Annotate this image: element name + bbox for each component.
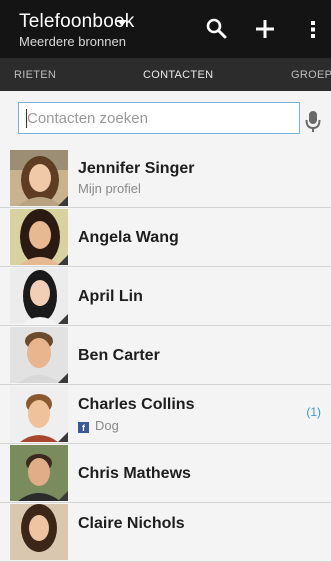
plus-icon: [256, 20, 274, 38]
avatar: [10, 209, 68, 265]
contact-row-claire-nichols[interactable]: Claire Nichols: [0, 503, 331, 562]
contact-subtitle-text: Dog: [95, 418, 119, 433]
contact-row-chris-mathews[interactable]: Chris Mathews: [0, 444, 331, 503]
avatar: [10, 327, 68, 383]
app-subtitle: Meerdere bronnen: [19, 34, 126, 49]
contact-row-jennifer-singer[interactable]: Jennifer Singer Mijn profiel: [0, 149, 331, 208]
contact-row-angela-wang[interactable]: Angela Wang: [0, 208, 331, 267]
search-bar: [0, 91, 331, 150]
contact-row-april-lin[interactable]: April Lin: [0, 267, 331, 326]
avatar: [10, 445, 68, 501]
add-contact-button[interactable]: [250, 14, 280, 44]
avatar: [10, 150, 68, 206]
contact-subtitle: Mijn profiel: [78, 181, 141, 196]
contact-row-ben-carter[interactable]: Ben Carter: [0, 326, 331, 385]
search-field[interactable]: [18, 102, 300, 134]
contact-subtitle: f Dog: [78, 418, 119, 433]
tab-bar: RIETEN CONTACTEN GROEPEN: [0, 58, 331, 91]
contact-name: Claire Nichols: [78, 515, 185, 532]
contact-name: Chris Mathews: [78, 465, 191, 482]
contact-row-charles-collins[interactable]: Charles Collins f Dog (1): [0, 385, 331, 444]
search-input[interactable]: [27, 109, 287, 127]
contact-name: Angela Wang: [78, 229, 179, 246]
avatar: [10, 268, 68, 324]
contact-name: Ben Carter: [78, 347, 160, 364]
search-button[interactable]: [202, 14, 232, 44]
contact-name: Charles Collins: [78, 396, 195, 413]
dropdown-caret-icon[interactable]: [117, 20, 127, 26]
avatar: [10, 504, 68, 560]
facebook-icon: f: [78, 422, 89, 433]
tab-contacten[interactable]: CONTACTEN: [143, 69, 213, 81]
tab-groepen[interactable]: GROEPEN: [291, 69, 331, 81]
app-bar: Telefoonboek Meerdere bronnen: [0, 0, 331, 58]
search-icon: [206, 18, 227, 39]
avatar: [10, 386, 68, 442]
overflow-menu-button[interactable]: [298, 14, 328, 44]
contact-name: Jennifer Singer: [78, 160, 195, 177]
update-count-badge[interactable]: (1): [306, 405, 321, 419]
microphone-icon[interactable]: [304, 110, 322, 134]
contact-name: April Lin: [78, 288, 143, 305]
tab-favorieten[interactable]: RIETEN: [14, 69, 56, 81]
overflow-menu-icon: [311, 21, 315, 38]
